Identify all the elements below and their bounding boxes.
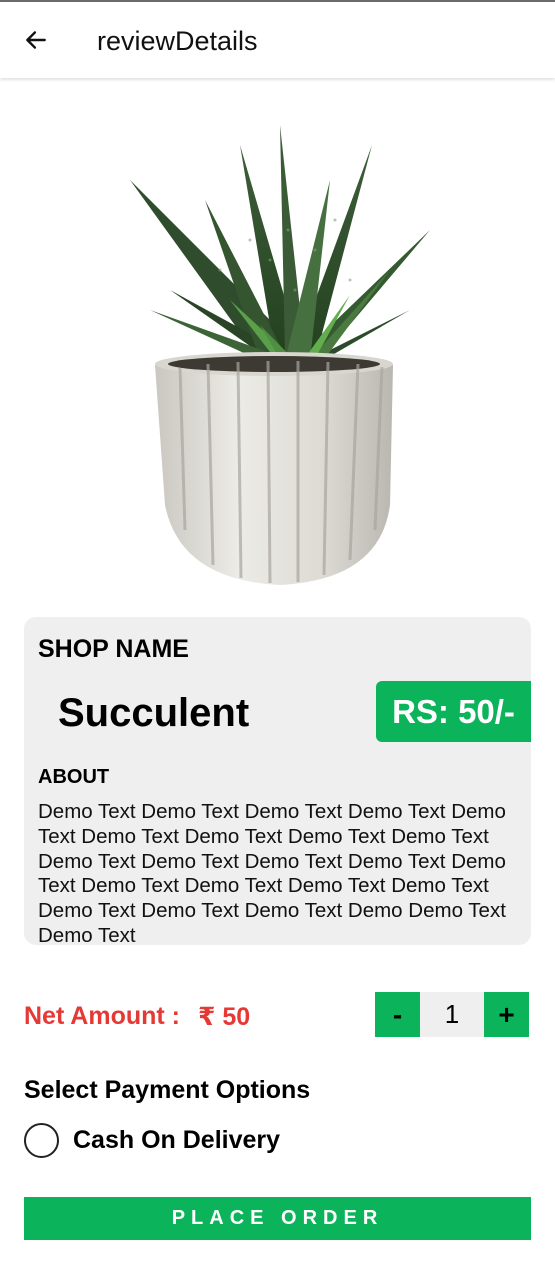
about-text: Demo Text Demo Text Demo Text Demo Text …: [38, 800, 506, 947]
payment-options-title: Select Payment Options: [24, 1076, 311, 1104]
product-image: [130, 125, 430, 585]
price-badge: RS: 50/-: [376, 681, 531, 742]
back-button[interactable]: [14, 18, 58, 62]
net-amount: Net Amount : ₹ 50: [24, 1002, 250, 1032]
product-name: Succulent: [58, 691, 250, 735]
quantity-stepper: - 1 +: [375, 992, 529, 1037]
quantity-value: 1: [420, 992, 484, 1037]
app-bar: reviewDetails: [0, 0, 555, 78]
payment-option-cod[interactable]: Cash On Delivery: [24, 1121, 280, 1159]
increment-button[interactable]: +: [484, 992, 529, 1037]
decrement-button[interactable]: -: [375, 992, 420, 1037]
product-card: SHOP NAME Succulent RS: 50/- ABOUT Demo …: [24, 617, 531, 947]
net-amount-label: Net Amount :: [24, 1002, 180, 1030]
page-title: reviewDetails: [97, 26, 258, 56]
place-order-button[interactable]: PLACE ORDER: [24, 1197, 531, 1240]
radio-button[interactable]: [24, 1122, 59, 1158]
net-amount-value: ₹ 50: [198, 1003, 251, 1031]
shop-name-label: SHOP NAME: [38, 635, 189, 663]
arrow-left-icon: [26, 31, 46, 49]
about-label: ABOUT: [38, 766, 110, 788]
payment-option-label: Cash On Delivery: [73, 1125, 281, 1154]
